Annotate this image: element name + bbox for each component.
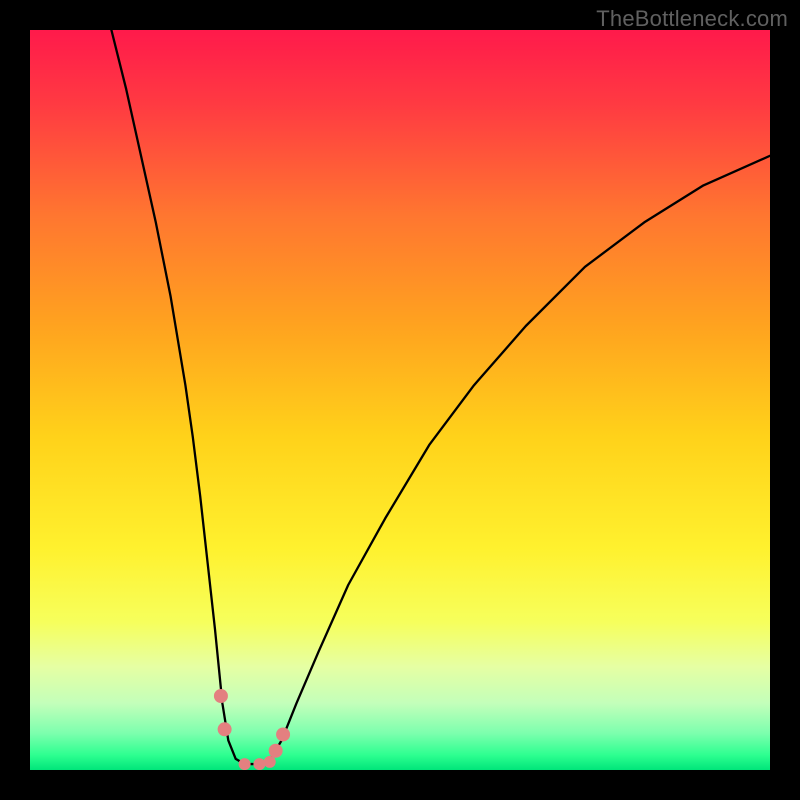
data-marker	[264, 756, 276, 768]
bottleneck-chart	[30, 30, 770, 770]
data-marker	[269, 744, 283, 758]
chart-svg	[30, 30, 770, 770]
data-marker	[253, 758, 265, 770]
data-marker	[218, 722, 232, 736]
chart-frame: TheBottleneck.com	[0, 0, 800, 800]
data-marker	[276, 727, 290, 741]
watermark-text: TheBottleneck.com	[596, 6, 788, 32]
data-marker	[239, 758, 251, 770]
data-marker	[214, 689, 228, 703]
gradient-background	[30, 30, 770, 770]
